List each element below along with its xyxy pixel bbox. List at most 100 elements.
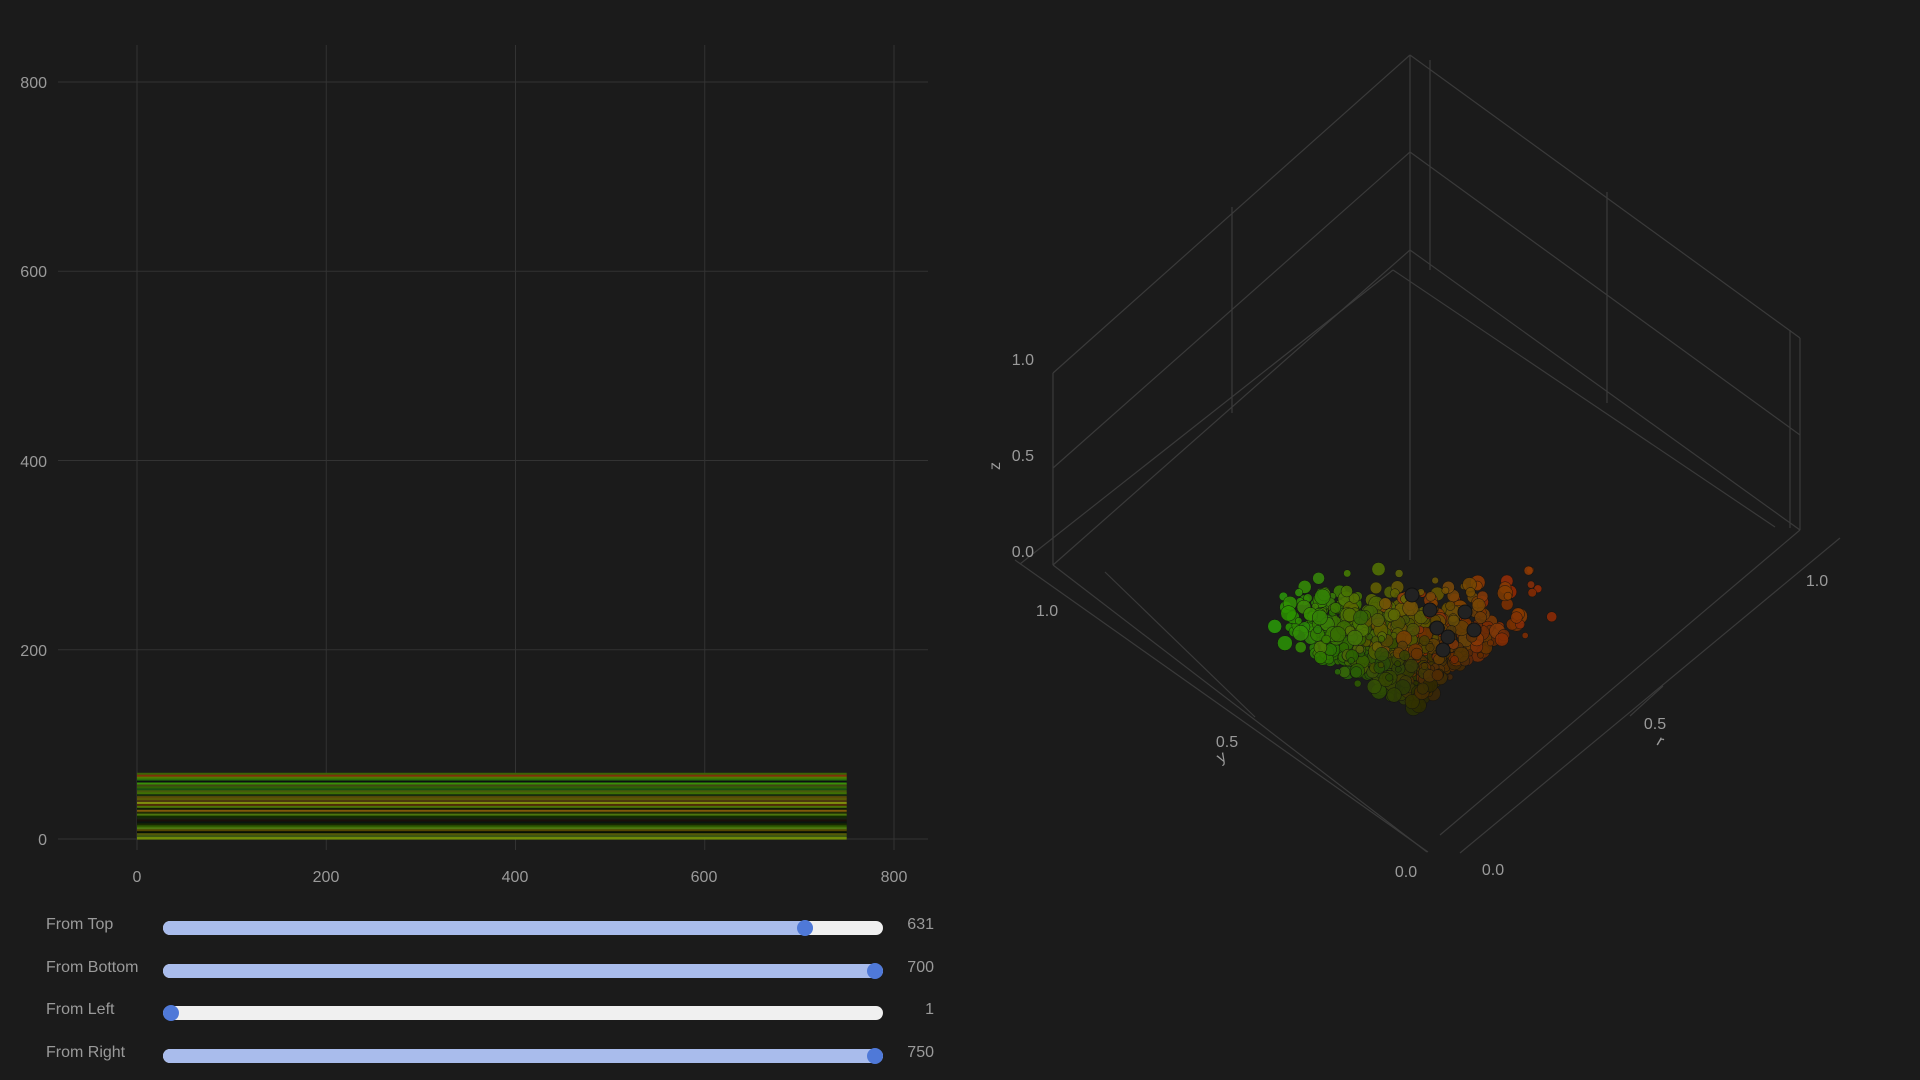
z-axis-label: z — [987, 462, 1004, 470]
scatter-point — [1503, 591, 1513, 601]
scatter-point — [1329, 602, 1342, 614]
scene-edge — [1629, 685, 1664, 717]
scene-edge — [1409, 54, 1801, 339]
scene-edge — [1459, 537, 1841, 854]
scene-edge — [1439, 529, 1801, 836]
slider-fill — [163, 1049, 883, 1063]
scatter-point — [1312, 572, 1325, 585]
scatter-point — [1377, 635, 1386, 643]
scene-edge — [1409, 151, 1801, 436]
scatter-point — [1334, 668, 1341, 676]
scene-edge — [1392, 269, 1776, 528]
scene-box — [1014, 54, 1841, 854]
scatter-point — [1313, 625, 1323, 634]
scatter-point — [1353, 610, 1369, 626]
slider-fill — [163, 964, 883, 978]
x-tick-0: 0 — [133, 869, 142, 886]
scatter-point — [1441, 586, 1450, 595]
slider-from-right: From Right 750 — [0, 1040, 960, 1070]
x-tick-400: 400 — [502, 869, 529, 886]
scatter-point — [1330, 626, 1346, 643]
scatter-point — [1280, 605, 1297, 622]
scatter-point — [1465, 587, 1476, 598]
scatter-point — [1527, 588, 1537, 598]
y-tick-1: 1.0 — [1036, 603, 1058, 620]
scatter-point — [1477, 652, 1484, 659]
slider-label: From Bottom — [46, 959, 139, 976]
slider-from-bottom: From Bottom 700 — [0, 955, 960, 985]
slider-fill — [163, 921, 813, 935]
scatter-point — [1370, 613, 1385, 627]
slider-label: From Right — [46, 1044, 126, 1061]
scatter-point — [1399, 650, 1410, 661]
slider-label: From Top — [46, 916, 114, 933]
y-axis-label: y — [1214, 748, 1229, 767]
scatter-points — [1267, 562, 1558, 716]
scatter-point — [1523, 565, 1534, 576]
scatter-point — [1350, 666, 1363, 679]
scatter-point — [1394, 660, 1401, 667]
x-tick-200: 200 — [313, 869, 340, 886]
scatter-point — [1374, 647, 1389, 662]
image-plot-strips — [137, 772, 847, 840]
scatter-point — [1314, 588, 1331, 605]
color-scatter-3d[interactable]: 1.0 0.5 0.0 z 1.0 0.5 y 0.0 0.0 0.5 r 1.… — [960, 0, 1920, 900]
scatter-point — [1394, 569, 1404, 578]
scene-edge — [1409, 249, 1801, 531]
scatter-point — [1371, 562, 1386, 577]
scatter-point — [1366, 679, 1382, 694]
scatter-point — [1435, 642, 1451, 658]
slider-label: From Left — [46, 1001, 115, 1018]
scatter-point — [1494, 632, 1509, 647]
scatter-point — [1466, 622, 1482, 638]
x-tick-0: 0.0 — [1482, 862, 1504, 879]
scatter-point — [1314, 651, 1327, 664]
scatter-point — [1321, 634, 1331, 645]
scatter-point — [1457, 604, 1473, 620]
scatter-point — [1510, 611, 1523, 624]
slider-from-left: From Left 1 — [0, 997, 960, 1027]
scene-edge — [1019, 269, 1394, 565]
slider-value: 631 — [907, 916, 934, 933]
scatter-point — [1395, 666, 1402, 673]
slider-track[interactable] — [163, 1048, 883, 1064]
slider-value: 700 — [907, 959, 934, 976]
slider-track[interactable] — [163, 1005, 883, 1021]
slider-track[interactable] — [163, 920, 883, 936]
scatter-point — [1474, 611, 1487, 624]
scene-edge — [1014, 559, 1429, 853]
scatter-point — [1347, 657, 1355, 665]
scatter-point — [1346, 629, 1363, 646]
y-tick-200: 200 — [20, 643, 47, 660]
scatter-point — [1487, 639, 1494, 647]
z-tick-0: 0.0 — [1012, 544, 1034, 561]
scatter-point — [1385, 673, 1394, 682]
image-plot[interactable]: 0 200 400 600 800 0 200 400 600 800 — [0, 0, 960, 900]
z-tick-0-5: 0.5 — [1012, 448, 1034, 465]
scatter-point — [1292, 625, 1309, 642]
scatter-point — [1410, 647, 1423, 660]
scatter-point — [1402, 599, 1419, 617]
scatter-point — [1386, 687, 1402, 703]
scatter-point — [1422, 602, 1438, 618]
scatter-point — [1425, 591, 1436, 602]
scatter-point — [1343, 569, 1352, 578]
scatter-point — [1404, 587, 1420, 603]
x-axis-label: r — [1654, 733, 1668, 751]
x-tick-0-5: 0.5 — [1644, 716, 1666, 733]
scatter-point — [1379, 597, 1392, 610]
scatter-point — [1294, 588, 1304, 597]
y-tick-400: 400 — [20, 454, 47, 471]
scatter-point — [1445, 600, 1456, 611]
y-tick-0: 0.0 — [1395, 864, 1417, 881]
slider-thumb[interactable] — [796, 920, 813, 936]
slider-thumb[interactable] — [163, 1005, 179, 1021]
slider-value: 1 — [925, 1001, 934, 1018]
slider-track[interactable] — [163, 963, 883, 979]
scatter-point — [1471, 598, 1486, 613]
scatter-point — [1420, 662, 1429, 670]
scatter-point — [1425, 642, 1435, 652]
scatter-point — [1267, 619, 1282, 634]
scene-edge — [1104, 571, 1256, 718]
scatter-point — [1312, 609, 1328, 626]
